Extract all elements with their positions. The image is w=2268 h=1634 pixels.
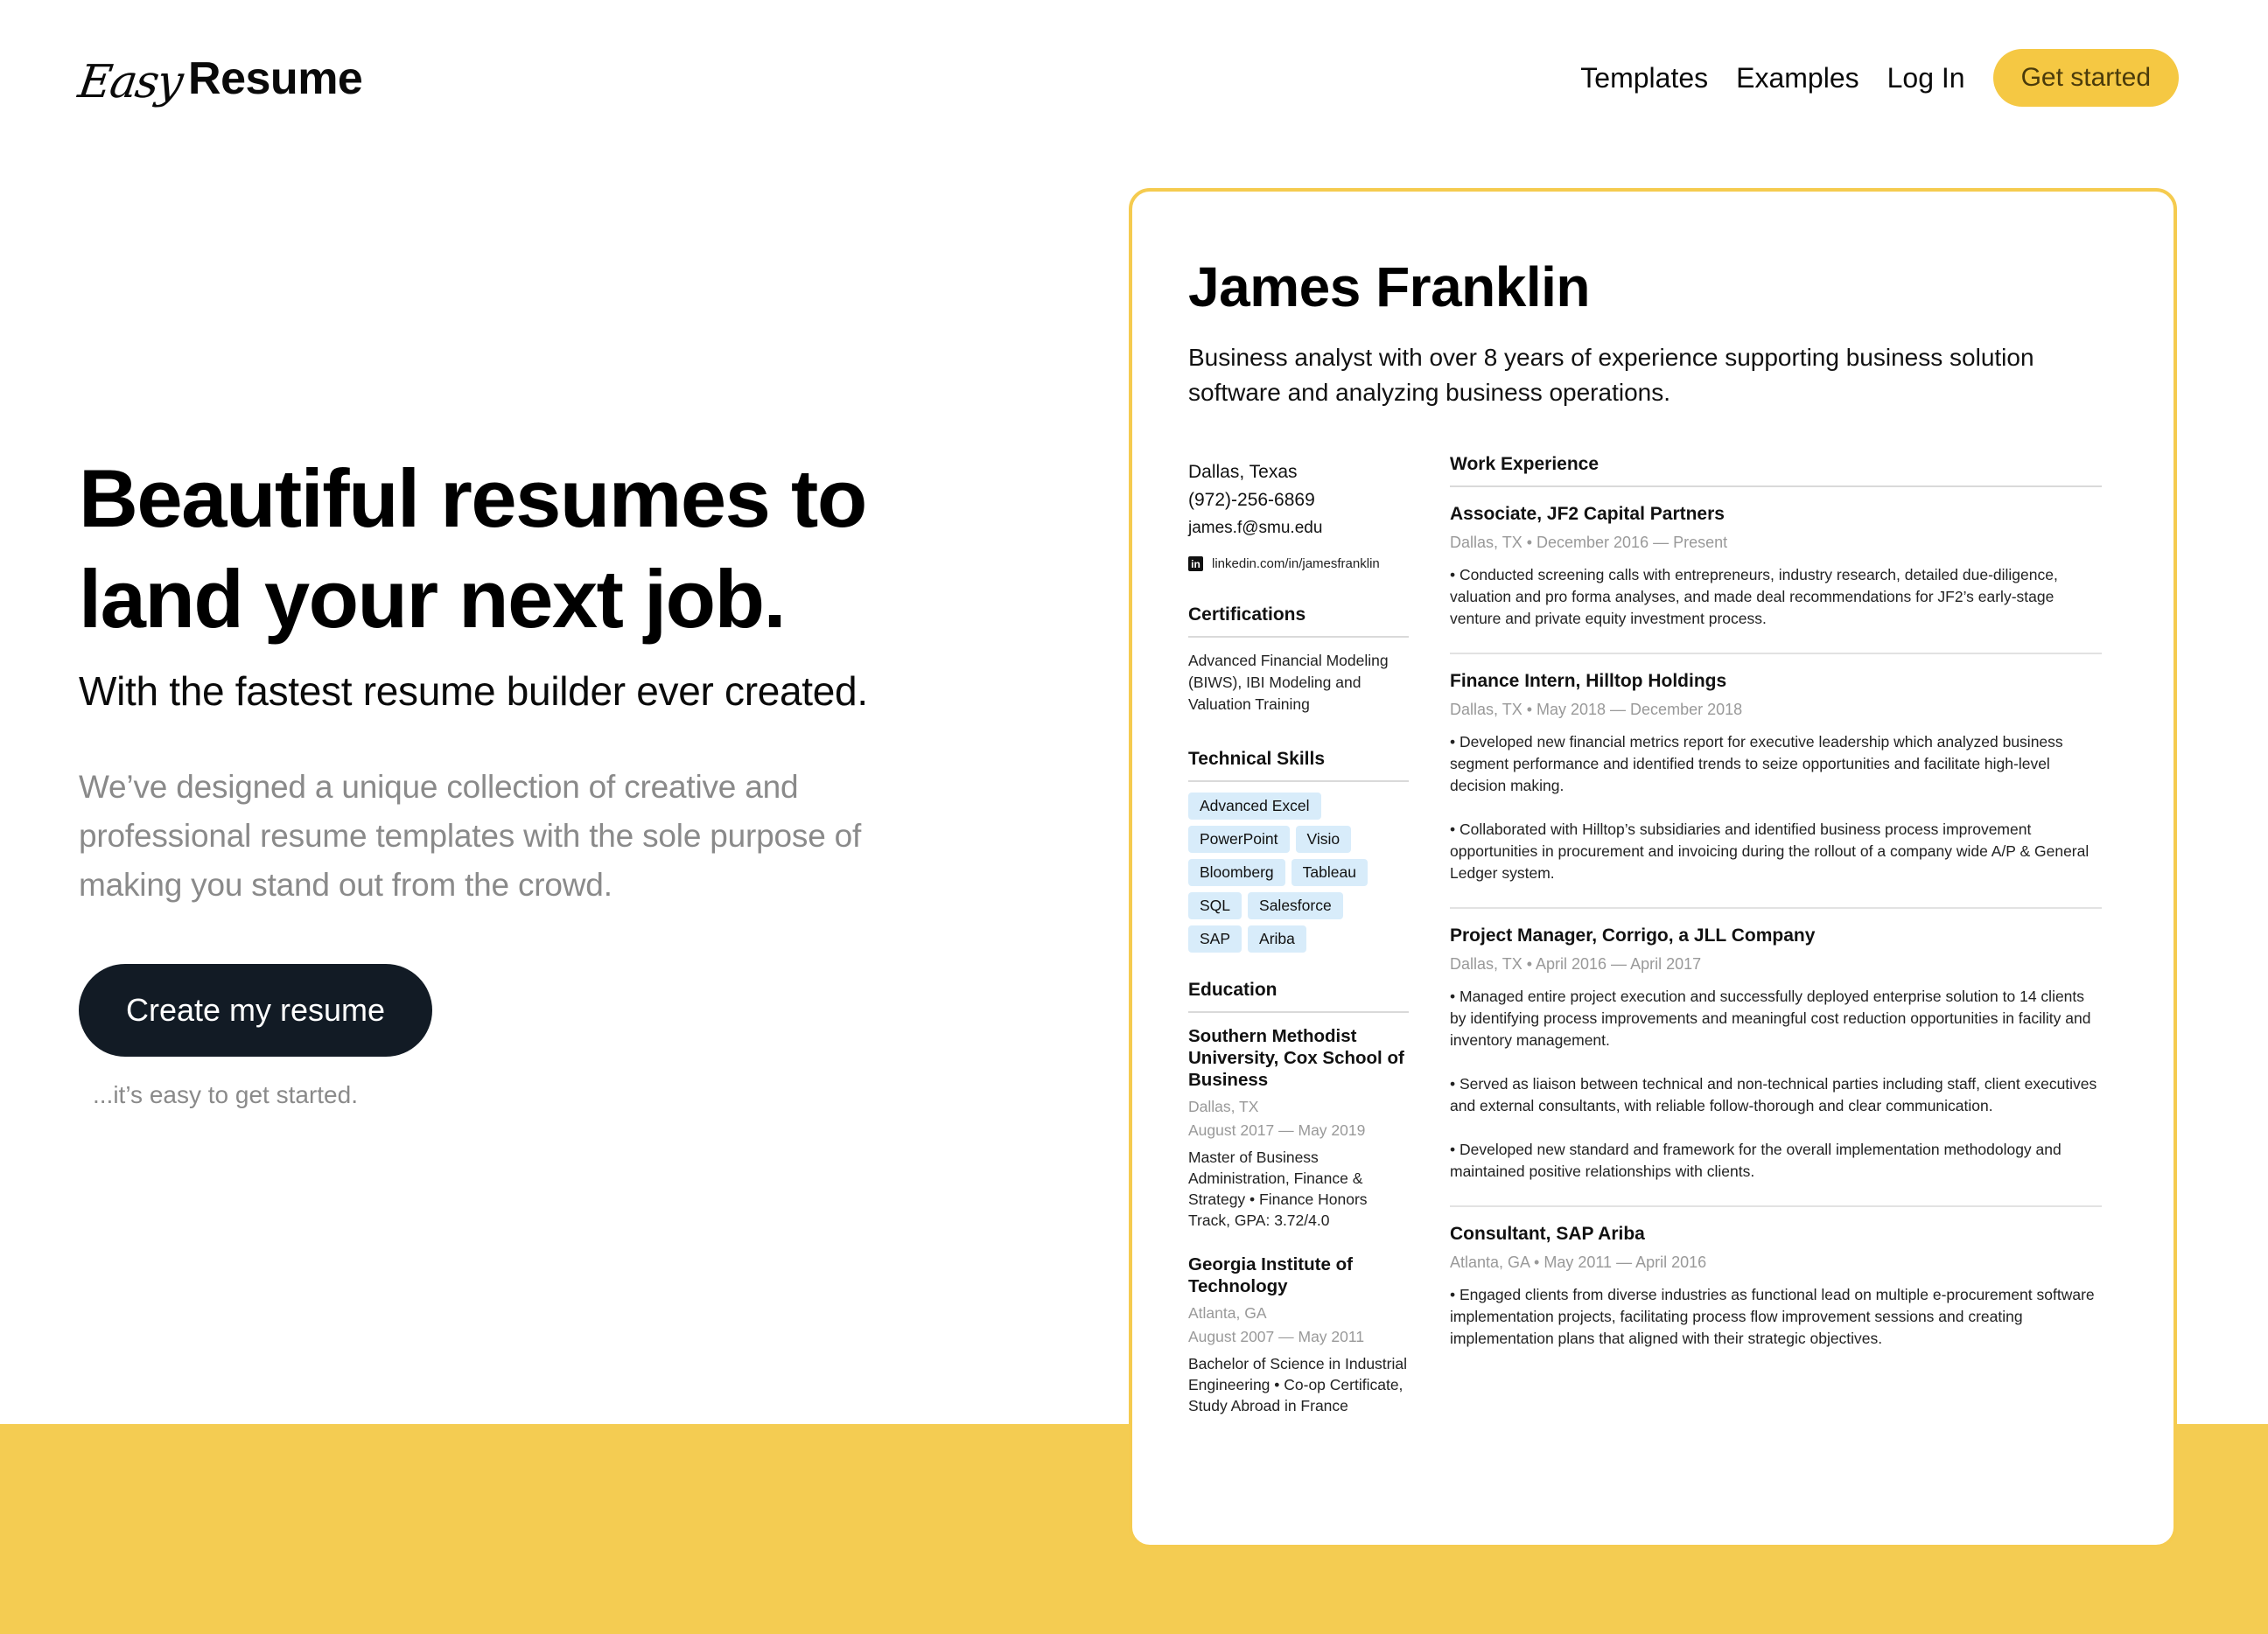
education-school: Southern Methodist University, Cox Schoo…	[1188, 1026, 1404, 1090]
job-entry: Associate, JF2 Capital Partners Dallas, …	[1450, 487, 2102, 654]
logo-script-text: Easy	[74, 56, 186, 108]
education-dates: August 2017 — May 2019	[1188, 1121, 1366, 1139]
skills-section: Technical Skills Advanced Excel PowerPoi…	[1188, 749, 1409, 959]
skills-list: Advanced Excel PowerPoint Visio Bloomber…	[1188, 793, 1409, 959]
education-location: Atlanta, GA	[1188, 1304, 1267, 1322]
linkedin-icon: in	[1188, 556, 1203, 571]
skills-title: Technical Skills	[1188, 749, 1409, 782]
job-bullet: • Conducted screening calls with entrepr…	[1450, 566, 2058, 627]
job-meta: Dallas, TX • December 2016 — Present	[1450, 534, 1728, 551]
job-entry: Project Manager, Corrigo, a JLL Company …	[1450, 909, 2102, 1207]
hero-note: ...it’s easy to get started.	[93, 1081, 358, 1108]
skill-tag: SAP	[1188, 925, 1242, 953]
hero-section: Beautiful resumes to land your next job.…	[79, 448, 954, 1109]
contact-email: james.f@smu.edu	[1188, 519, 1323, 537]
certifications-text: Advanced Financial Modeling (BIWS), IBI …	[1188, 652, 1389, 713]
skill-tag: Visio	[1295, 826, 1352, 853]
nav-templates-link[interactable]: Templates	[1580, 62, 1708, 94]
get-started-button[interactable]: Get started	[1992, 49, 2179, 107]
resume-right-column: Work Experience Associate, JF2 Capital P…	[1450, 454, 2102, 1372]
education-section: Education Southern Methodist University,…	[1188, 980, 1409, 1416]
job-bullet: • Served as liaison between technical an…	[1450, 1075, 2097, 1114]
top-nav: Templates Examples Log In Get started	[1580, 49, 2179, 107]
education-dates: August 2007 — May 2011	[1188, 1328, 1365, 1345]
job-meta: Atlanta, GA • May 2011 — April 2016	[1450, 1253, 1707, 1271]
education-location: Dallas, TX	[1188, 1098, 1259, 1115]
skill-tag: Bloomberg	[1188, 859, 1285, 886]
nav-login-link[interactable]: Log In	[1887, 62, 1965, 94]
education-degree: Master of Business Administration, Finan…	[1188, 1149, 1368, 1229]
job-meta: Dallas, TX • April 2016 — April 2017	[1450, 955, 1702, 973]
skill-tag: Advanced Excel	[1188, 793, 1321, 820]
job-bullet: • Engaged clients from diverse industrie…	[1450, 1286, 2095, 1347]
skill-tag: PowerPoint	[1188, 826, 1290, 853]
resume-summary: Business analyst with over 8 years of ex…	[1188, 344, 2034, 406]
education-item: Georgia Institute of Technology Atlanta,…	[1188, 1253, 1409, 1416]
job-title: Consultant, SAP Ariba	[1450, 1224, 1645, 1244]
nav-examples-link[interactable]: Examples	[1736, 62, 1859, 94]
contact-location: Dallas, Texas	[1188, 462, 1298, 482]
certifications-title: Certifications	[1188, 604, 1409, 638]
hero-description: We’ve designed a unique collection of cr…	[79, 769, 862, 903]
education-title: Education	[1188, 980, 1409, 1013]
hero-title-line-1: Beautiful resumes to	[79, 452, 867, 544]
logo-bold-text: Resume	[188, 53, 363, 104]
contact-linkedin: in linkedin.com/in/jamesfranklin	[1188, 556, 1409, 571]
job-bullet: • Developed new financial metrics report…	[1450, 733, 2063, 794]
skill-tag: Tableau	[1291, 859, 1368, 886]
education-item: Southern Methodist University, Cox Schoo…	[1188, 1025, 1409, 1231]
skill-tag: SQL	[1188, 892, 1242, 919]
create-resume-button[interactable]: Create my resume	[79, 964, 432, 1057]
job-title: Finance Intern, Hilltop Holdings	[1450, 671, 1727, 691]
hero-title: Beautiful resumes to land your next job.	[79, 448, 954, 649]
job-bullet: • Collaborated with Hilltop’s subsidiari…	[1450, 820, 2090, 882]
skill-tag: Ariba	[1248, 925, 1306, 953]
job-meta: Dallas, TX • May 2018 — December 2018	[1450, 701, 1743, 718]
job-title: Associate, JF2 Capital Partners	[1450, 504, 1725, 524]
job-title: Project Manager, Corrigo, a JLL Company	[1450, 925, 1816, 946]
contact-phone: (972)-256-6869	[1188, 490, 1315, 510]
hero-subtitle: With the fastest resume builder ever cre…	[79, 668, 868, 714]
education-school: Georgia Institute of Technology	[1188, 1254, 1353, 1296]
resume-name: James Franklin	[1188, 255, 1591, 318]
hero-title-line-2: land your next job.	[79, 553, 787, 645]
skill-tag: Salesforce	[1248, 892, 1343, 919]
resume-preview-card: James Franklin Business analyst with ove…	[1129, 188, 2177, 1548]
job-bullet: • Managed entire project execution and s…	[1450, 988, 2091, 1049]
job-bullet: • Developed new standard and framework f…	[1450, 1141, 2062, 1180]
certifications-section: Certifications Advanced Financial Modeli…	[1188, 604, 1409, 716]
education-degree: Bachelor of Science in Industrial Engine…	[1188, 1355, 1407, 1414]
logo[interactable]: Easy Resume	[75, 44, 363, 114]
work-experience-title: Work Experience	[1450, 454, 2102, 487]
job-entry: Finance Intern, Hilltop Holdings Dallas,…	[1450, 654, 2102, 909]
linkedin-url: linkedin.com/in/jamesfranklin	[1212, 556, 1380, 571]
job-entry: Consultant, SAP Ariba Atlanta, GA • May …	[1450, 1207, 2102, 1372]
resume-left-column: Dallas, Texas (972)-256-6869 james.f@smu…	[1188, 458, 1409, 1416]
